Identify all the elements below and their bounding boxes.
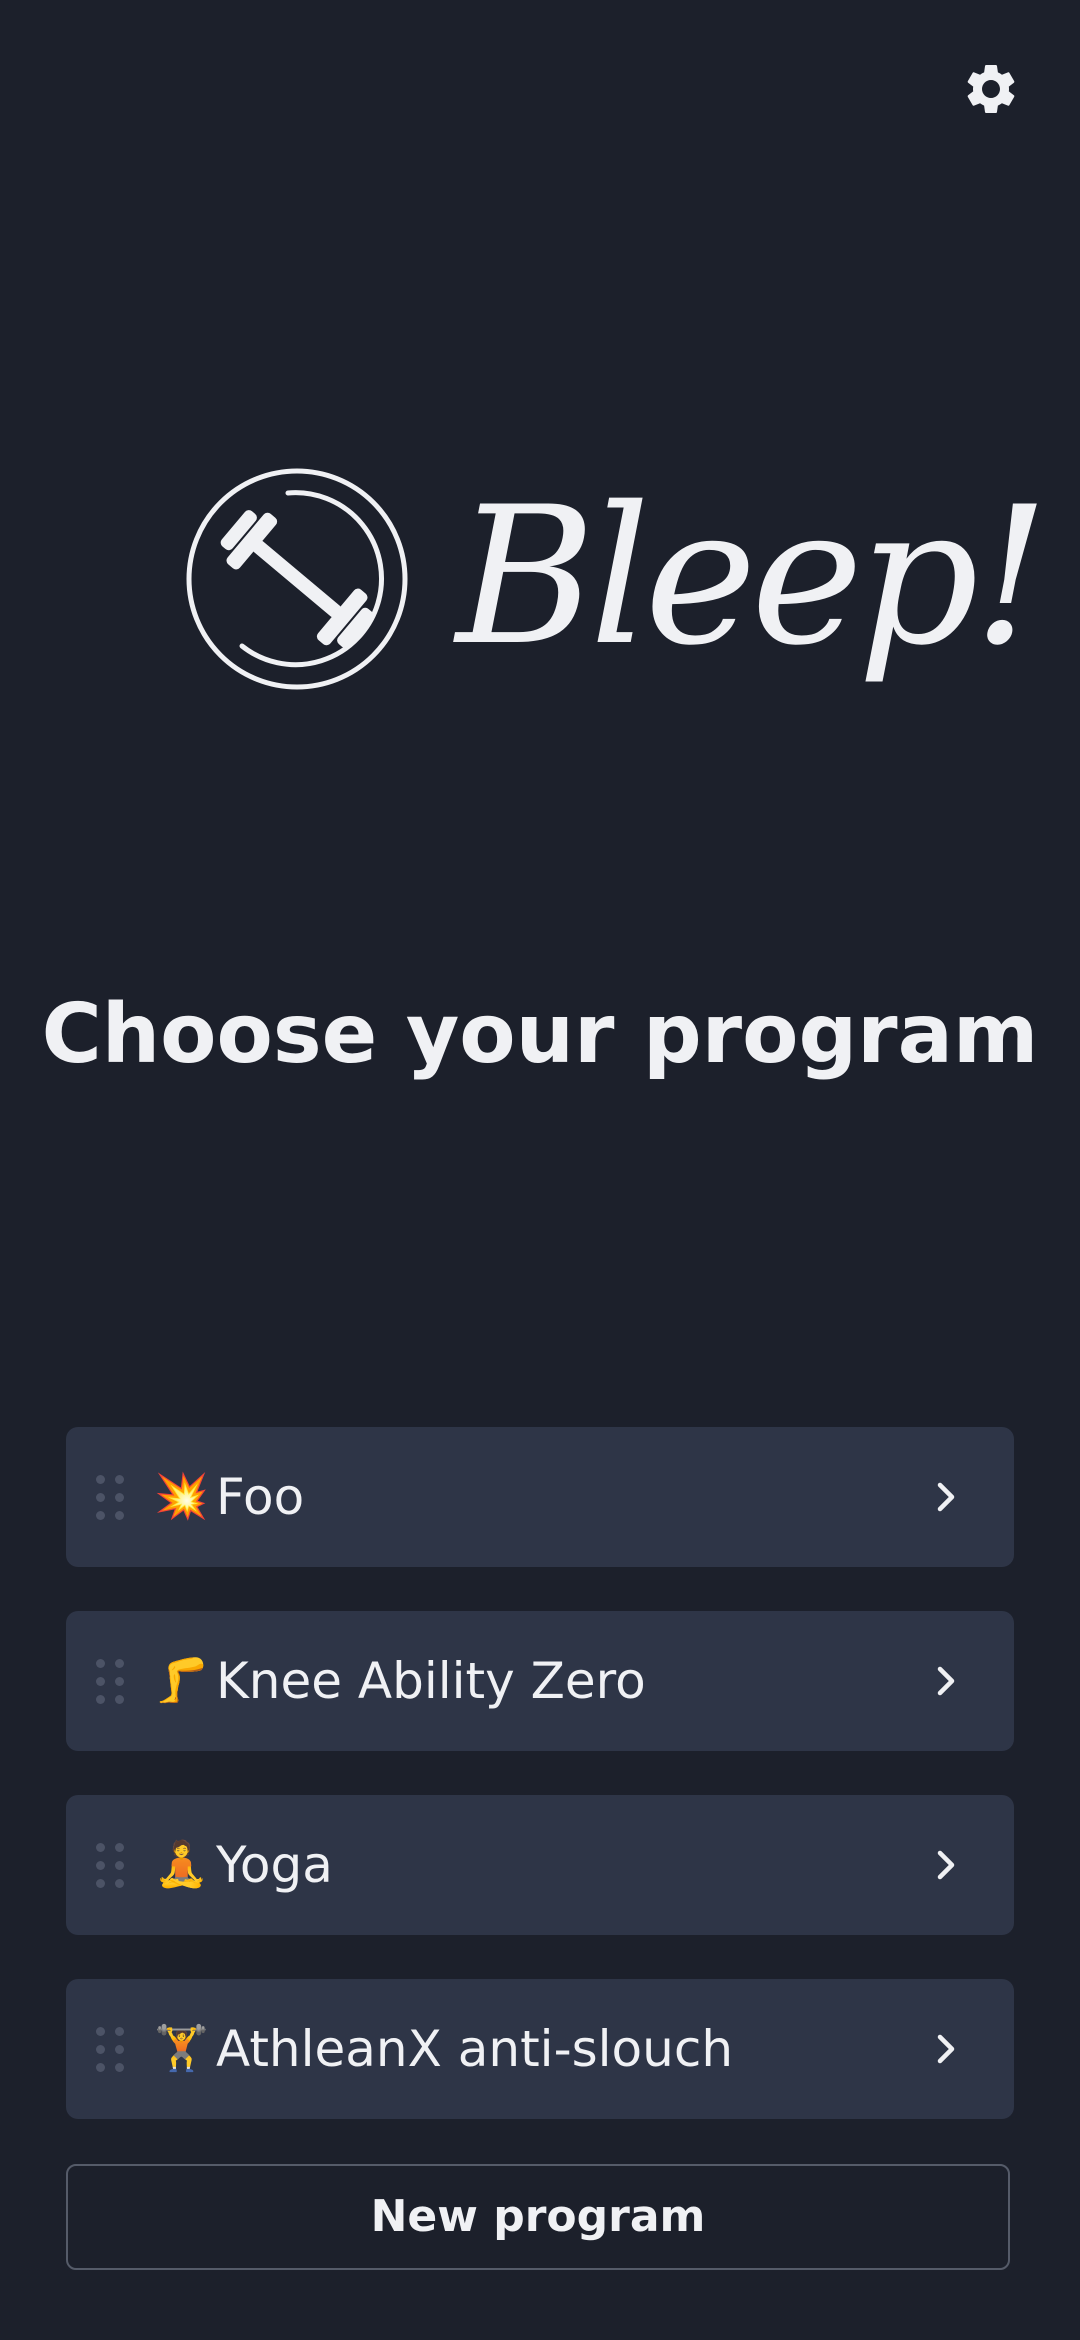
program-name: Yoga [216, 1836, 333, 1894]
app-wordmark: Bleep! [456, 466, 1049, 687]
app-logo: Bleep! [184, 462, 1049, 712]
program-item-athleanx-anti-slouch[interactable]: 🏋️ AthleanX anti-slouch [66, 1979, 1014, 2119]
chevron-right-icon [937, 2034, 955, 2064]
drag-handle-icon[interactable] [96, 1659, 124, 1705]
weight-lifter-emoji-icon: 🏋️ [154, 2023, 209, 2074]
program-item-yoga[interactable]: 🧘 Yoga [66, 1795, 1014, 1935]
program-item-knee-ability-zero[interactable]: 🦵 Knee Ability Zero [66, 1611, 1014, 1751]
collision-emoji-icon: 💥 [154, 1471, 209, 1522]
dumbbell-icon [186, 468, 408, 690]
chevron-right-icon [937, 1850, 955, 1880]
program-list: 💥 Foo 🦵 Knee Ability Zero 🧘 Yoga 🏋️ Athl… [66, 1427, 1014, 2163]
program-name: AthleanX anti-slouch [216, 2020, 734, 2078]
leg-emoji-icon: 🦵 [154, 1655, 209, 1706]
drag-handle-icon[interactable] [96, 1843, 124, 1889]
chevron-right-icon [937, 1666, 955, 1696]
drag-handle-icon[interactable] [96, 1475, 124, 1521]
settings-button[interactable] [960, 58, 1022, 120]
program-item-foo[interactable]: 💥 Foo [66, 1427, 1014, 1567]
lotus-position-emoji-icon: 🧘 [154, 1839, 209, 1890]
gear-icon [967, 65, 1015, 113]
drag-handle-icon[interactable] [96, 2027, 124, 2073]
program-name: Knee Ability Zero [216, 1652, 646, 1710]
chevron-right-icon [937, 1482, 955, 1512]
new-program-button[interactable]: New program [66, 2164, 1010, 2270]
program-name: Foo [216, 1468, 305, 1526]
page-title: Choose your program [41, 987, 1039, 1082]
